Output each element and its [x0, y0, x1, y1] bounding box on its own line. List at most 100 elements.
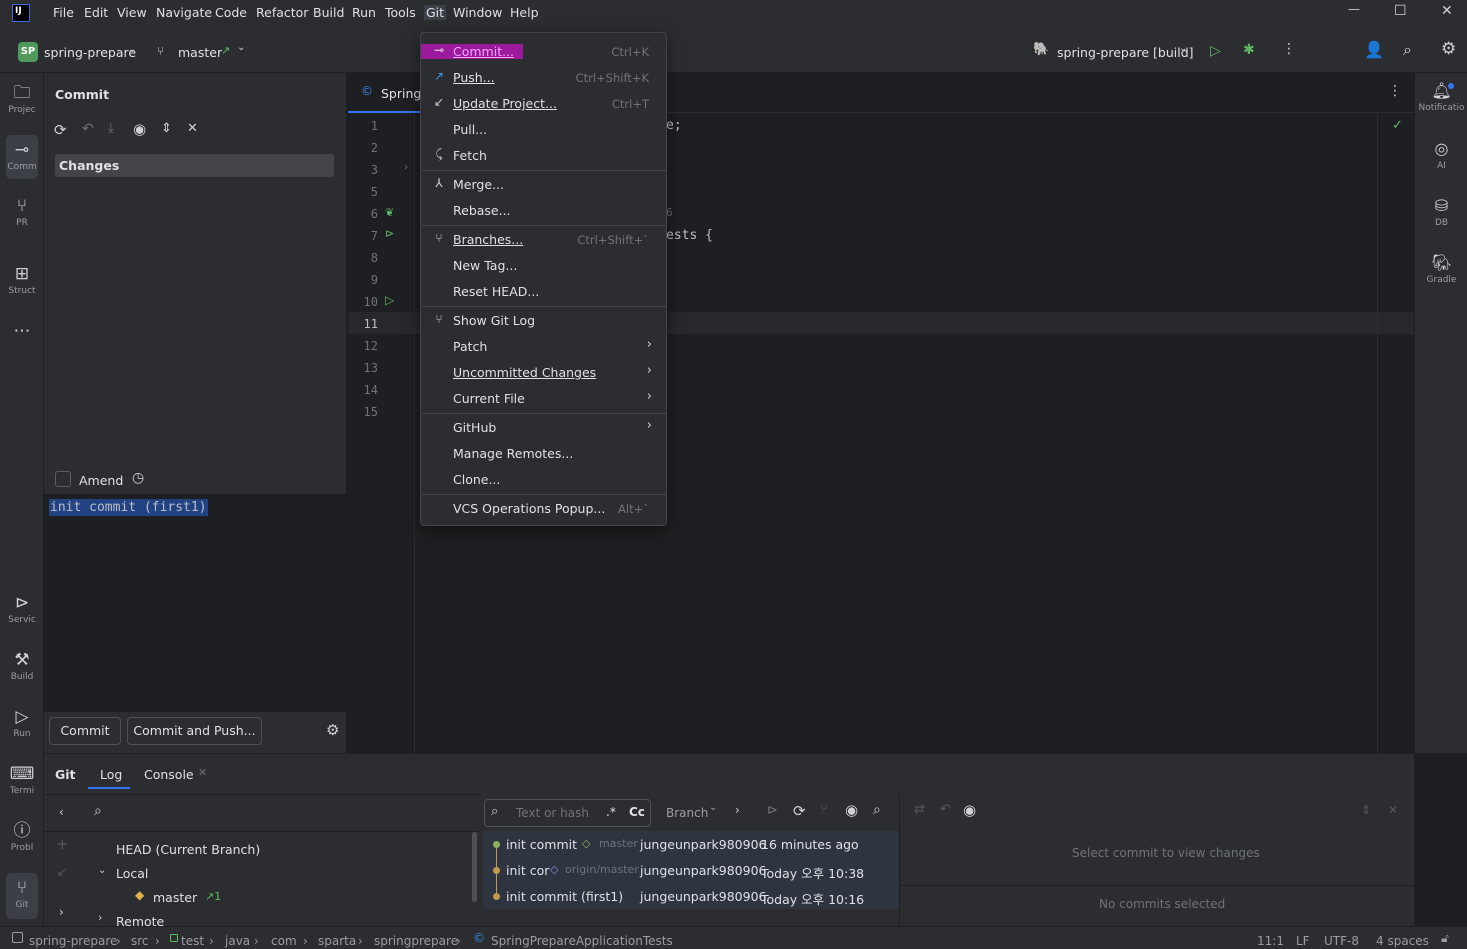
toolwindow-git[interactable]: ⑂ Git: [6, 873, 38, 919]
menu-edit[interactable]: Edit: [84, 5, 108, 20]
git-menu-fetch[interactable]: ⤹ Fetch: [421, 143, 666, 169]
git-menu-clone[interactable]: Clone...: [421, 467, 666, 493]
toolwindow-ai[interactable]: ◎ AI: [1415, 139, 1467, 171]
inspections-ok-icon[interactable]: ✓: [1392, 118, 1403, 133]
toolwindow-pr[interactable]: ⑂ PR: [0, 196, 44, 228]
tab-console[interactable]: Console: [144, 767, 194, 782]
branch-widget[interactable]: ⑂ master ↗ ⌄: [157, 42, 257, 64]
more-toolwindows[interactable]: ⋯: [0, 321, 44, 343]
case-toggle[interactable]: Cc: [629, 805, 645, 819]
maximize-button[interactable]: ☐: [1394, 3, 1407, 19]
breadcrumb-item[interactable]: spring-prepare: [29, 934, 117, 948]
collapse-all-icon[interactable]: ✕: [187, 121, 198, 136]
run-test-icon[interactable]: ▷: [385, 293, 394, 307]
head-node[interactable]: HEAD (Current Branch): [116, 842, 260, 857]
collapse-all-icon[interactable]: ✕: [1388, 803, 1398, 817]
toolwindow-commit[interactable]: ⊸ Comm: [6, 135, 38, 179]
menu-help[interactable]: Help: [510, 5, 539, 20]
menu-git[interactable]: Git: [424, 5, 447, 20]
more-actions-icon[interactable]: ⋮: [1282, 41, 1296, 57]
git-menu-update-project[interactable]: ↙ Update Project... Ctrl+T: [421, 91, 666, 117]
cherry-pick-icon[interactable]: ⊳: [767, 803, 778, 818]
breadcrumb-item[interactable]: test: [181, 934, 204, 948]
toolwindow-build[interactable]: ⚒ Build: [0, 650, 44, 682]
history-clock-icon[interactable]: ◷: [132, 470, 144, 486]
git-menu-push[interactable]: ↗ Push... Ctrl+Shift+K: [421, 65, 666, 91]
editor-tabs-more-icon[interactable]: ⋮: [1388, 83, 1402, 99]
breadcrumb-item[interactable]: SpringPrepareApplicationTests: [491, 934, 673, 948]
git-menu-manage-remotes[interactable]: Manage Remotes...: [421, 441, 666, 467]
toolwindow-notifications[interactable]: 🔔︎ Notificatio: [1415, 81, 1467, 113]
master-branch-node[interactable]: master: [153, 890, 197, 905]
caret-position[interactable]: 11:1: [1257, 934, 1284, 948]
refresh-icon[interactable]: ⟳: [793, 802, 806, 820]
refresh-icon[interactable]: ⟳: [54, 121, 67, 139]
git-menu-merge[interactable]: ⅄ Merge...: [421, 172, 666, 198]
toolwindow-terminal[interactable]: ⌨ Termi: [0, 764, 44, 796]
debug-icon[interactable]: ✱: [1243, 42, 1255, 58]
breadcrumb-item[interactable]: src: [131, 934, 149, 948]
minimize-button[interactable]: —: [1348, 2, 1360, 16]
commit-row[interactable]: init cor ◇ origin/master jungeunpark9809…: [483, 857, 899, 883]
commit-options-gear-icon[interactable]: ⚙: [326, 721, 339, 739]
git-menu-pull[interactable]: Pull...: [421, 117, 666, 143]
app-logo[interactable]: IJ: [12, 4, 30, 22]
chevron-down-icon[interactable]: ⌄: [98, 865, 106, 876]
eye-icon[interactable]: ◉: [963, 801, 976, 819]
diff-icon[interactable]: ⇄: [914, 802, 925, 817]
search-icon[interactable]: ⌕: [1403, 40, 1412, 60]
expand-panel-icon[interactable]: ›: [59, 905, 64, 919]
git-menu-rebase[interactable]: Rebase...: [421, 198, 666, 224]
git-menu-vcs-operations-popup[interactable]: VCS Operations Popup... Alt+`: [421, 496, 666, 522]
line-ending[interactable]: LF: [1296, 934, 1310, 948]
graph-options-icon[interactable]: ⑂: [820, 802, 828, 817]
commit-row[interactable]: init commit ◇ master jungeunpark980906 1…: [483, 831, 899, 857]
search-icon[interactable]: ⌕: [94, 803, 102, 819]
indent-setting[interactable]: 4 spaces: [1376, 934, 1429, 948]
toolwindow-run[interactable]: ▷ Run: [0, 707, 44, 739]
menu-view[interactable]: View: [117, 5, 147, 20]
spring-bean-icon[interactable]: ❦: [385, 206, 394, 219]
close-window-button[interactable]: ✕: [1441, 3, 1453, 19]
commit-message-area[interactable]: init commit (first1): [44, 494, 346, 712]
chevron-right-icon[interactable]: ›: [735, 803, 740, 817]
toolwindow-gradle[interactable]: 🐘︎ Gradle: [1415, 253, 1467, 285]
menu-build[interactable]: Build: [313, 5, 344, 20]
log-search-box[interactable]: ⌕ Text or hash .* Cc: [484, 799, 651, 827]
commit-button[interactable]: Commit: [49, 717, 121, 745]
eye-icon[interactable]: ◉: [133, 120, 146, 138]
git-menu-reset-head[interactable]: Reset HEAD...: [421, 279, 666, 305]
menu-code[interactable]: Code: [215, 5, 247, 20]
chevron-right-icon[interactable]: ›: [98, 911, 102, 924]
commit-and-push-button[interactable]: Commit and Push...: [127, 717, 262, 745]
git-menu-branches[interactable]: ⑂ Branches... Ctrl+Shift+`: [421, 227, 666, 253]
regex-toggle[interactable]: .*: [606, 805, 616, 819]
menu-run[interactable]: Run: [352, 5, 376, 20]
settings-icon[interactable]: ⚙: [1441, 39, 1456, 59]
git-menu-uncommitted-changes[interactable]: Uncommitted Changes ›: [421, 360, 666, 386]
new-branch-icon[interactable]: +: [56, 835, 69, 853]
menu-tools[interactable]: Tools: [385, 5, 416, 20]
changes-node[interactable]: Changes: [55, 154, 334, 177]
git-menu-github[interactable]: GitHub ›: [421, 415, 666, 441]
menu-window[interactable]: Window: [453, 5, 502, 20]
revert-icon[interactable]: ↶: [940, 802, 951, 817]
branches-scrollbar[interactable]: [472, 832, 477, 902]
shelve-icon[interactable]: ⤓: [108, 121, 114, 136]
editor-tab[interactable]: © SpringP: [348, 73, 429, 113]
rollback-icon[interactable]: ↶: [82, 121, 94, 137]
tab-git[interactable]: Git: [55, 767, 76, 782]
tab-log[interactable]: Log: [88, 759, 130, 789]
close-tab-icon[interactable]: ✕: [198, 766, 207, 779]
toolwindow-services[interactable]: ⊳ Servic: [0, 593, 44, 625]
toolwindow-problems[interactable]: ⓘ Probl: [0, 821, 44, 853]
breadcrumb-item[interactable]: springprepare: [374, 934, 458, 948]
lock-icon[interactable]: 🔓︎: [1441, 931, 1449, 946]
expand-all-icon[interactable]: ⇕: [1361, 803, 1371, 817]
menu-file[interactable]: File: [53, 5, 74, 20]
expand-all-icon[interactable]: ⇕: [161, 121, 172, 136]
git-menu-commit[interactable]: ⊸ Commit... Ctrl+K: [421, 39, 666, 65]
breadcrumb-item[interactable]: java: [225, 934, 250, 948]
branch-filter[interactable]: Branch: [666, 806, 708, 820]
run-tests-icon[interactable]: ⊳: [385, 227, 394, 240]
